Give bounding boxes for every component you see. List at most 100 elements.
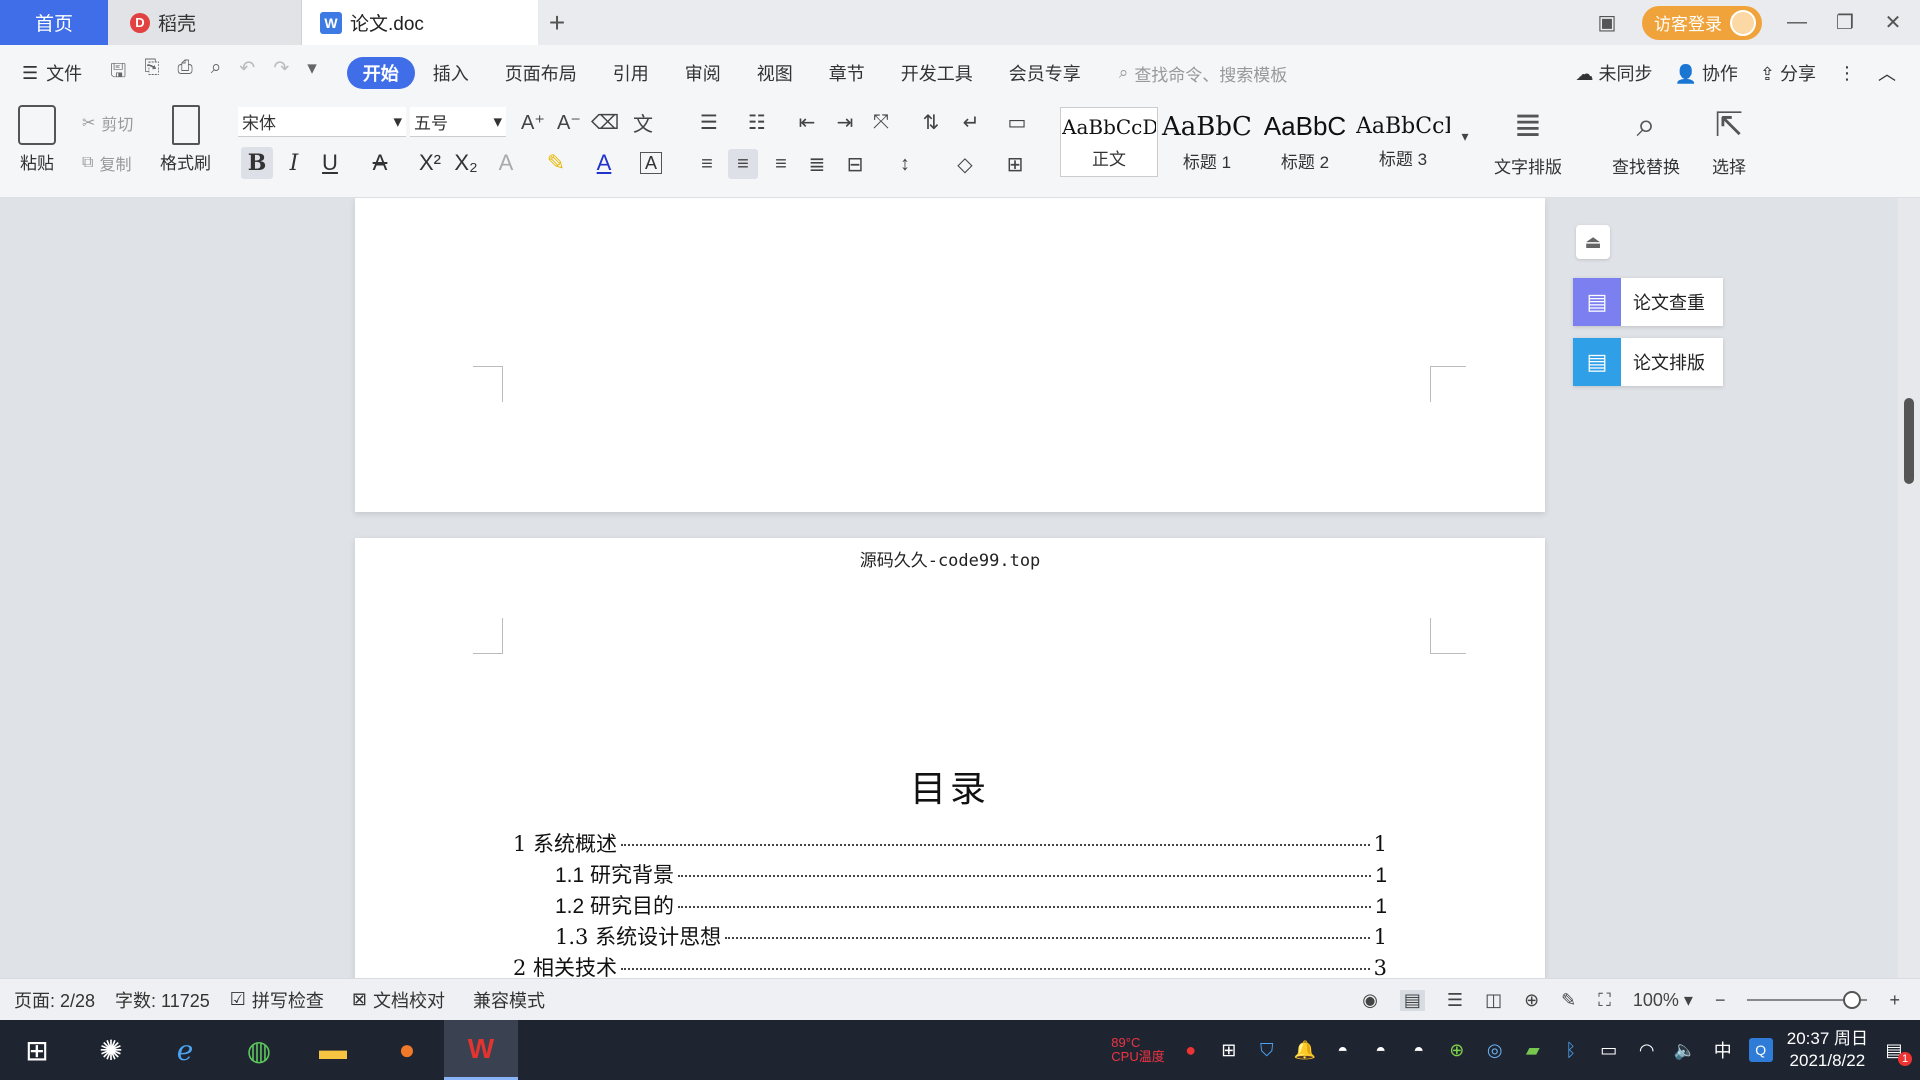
justify-icon[interactable]: ≣ bbox=[802, 149, 832, 179]
clear-format-icon[interactable]: ⌫ bbox=[590, 107, 620, 137]
tab-page-layout[interactable]: 页面布局 bbox=[487, 57, 595, 89]
print-preview-icon[interactable]: ⌕ bbox=[211, 57, 222, 89]
font-size-select[interactable]: 五号 ▾ bbox=[410, 107, 506, 137]
document-page-1[interactable] bbox=[355, 198, 1545, 512]
select-button[interactable]: ⇱ 选择 bbox=[1712, 105, 1746, 178]
style-scroll-icon[interactable]: ▾ bbox=[1450, 121, 1480, 151]
tab-chapter[interactable]: 章节 bbox=[811, 57, 883, 89]
wifi-icon[interactable]: ◠ bbox=[1635, 1038, 1659, 1062]
wps-taskbar-icon[interactable]: W bbox=[444, 1020, 518, 1080]
reading-view-icon[interactable]: ◫ bbox=[1485, 990, 1502, 1011]
redo-icon[interactable]: ↷ bbox=[273, 57, 289, 89]
word-count[interactable]: 字数: 11725 bbox=[115, 987, 210, 1013]
decrease-indent-icon[interactable]: ⇤ bbox=[792, 107, 822, 137]
pinwheel-app-icon[interactable]: ✺ bbox=[74, 1020, 148, 1080]
spell-check-button[interactable]: ☑ 拼写检查 bbox=[230, 987, 324, 1013]
align-center-icon[interactable]: ≡ bbox=[728, 149, 758, 179]
bullet-list-icon[interactable]: ☰ bbox=[694, 107, 724, 137]
tab-home[interactable]: 首页 bbox=[0, 0, 108, 45]
battery-icon[interactable]: ▭ bbox=[1597, 1038, 1621, 1062]
restore-icon[interactable]: ❐ bbox=[1832, 10, 1858, 35]
zoom-in-icon[interactable]: + bbox=[1889, 990, 1900, 1011]
subscript-button[interactable]: X₂ bbox=[450, 147, 482, 179]
toc-entry[interactable]: 2 相关技术 3 bbox=[513, 952, 1387, 978]
superscript-button[interactable]: X² bbox=[414, 147, 446, 179]
panel-collapse-button[interactable]: ⏏ bbox=[1576, 225, 1610, 259]
zoom-out-icon[interactable]: − bbox=[1715, 990, 1726, 1011]
toc-entry[interactable]: 1 系统概述 1 bbox=[513, 828, 1387, 858]
minimize-icon[interactable]: — bbox=[1784, 11, 1810, 34]
align-right-icon[interactable]: ≡ bbox=[766, 149, 796, 179]
sort-icon[interactable]: ⇅ bbox=[916, 107, 946, 137]
tab-daoke[interactable]: D 稻壳 bbox=[108, 0, 302, 45]
underline-button[interactable]: U bbox=[314, 147, 346, 179]
paper-layout-button[interactable]: ▤ 论文排版 bbox=[1573, 338, 1723, 386]
zoom-level[interactable]: 100% ▾ bbox=[1633, 990, 1693, 1011]
web-view-icon[interactable]: ⊕ bbox=[1524, 990, 1539, 1011]
toc-entry[interactable]: 1.2 研究目的 1 bbox=[555, 890, 1387, 920]
page-indicator[interactable]: 页面: 2/28 bbox=[14, 987, 95, 1013]
print-icon[interactable]: ⎙ bbox=[178, 57, 193, 89]
style-normal[interactable]: AaBbCcDd 正文 bbox=[1060, 107, 1158, 177]
strikethrough-button[interactable]: A bbox=[364, 147, 396, 179]
tray-app-icon[interactable]: ● bbox=[1179, 1038, 1203, 1062]
game-app-icon[interactable]: ● bbox=[370, 1020, 444, 1080]
font-name-select[interactable]: 宋体 ▾ bbox=[238, 107, 406, 137]
cut-button[interactable]: ✂ 剪切 bbox=[82, 111, 133, 135]
eye-protection-icon[interactable]: ◉ bbox=[1362, 990, 1378, 1011]
notification-center-icon[interactable]: ▤ 1 bbox=[1882, 1038, 1912, 1066]
nvidia-icon[interactable]: ▰ bbox=[1521, 1038, 1545, 1062]
cpu-temp-widget[interactable]: 89°C CPU温度 bbox=[1111, 1036, 1164, 1064]
toc-entry[interactable]: 1.3 系统设计思想 1 bbox=[555, 921, 1387, 951]
outline-view-icon[interactable]: ☰ bbox=[1447, 990, 1463, 1011]
sync-status[interactable]: ☁ 未同步 bbox=[1575, 60, 1652, 86]
text-effect-button[interactable]: A bbox=[490, 147, 522, 179]
borders-icon[interactable]: ⊞ bbox=[1000, 149, 1030, 179]
output-icon[interactable]: ⎘ bbox=[144, 57, 159, 89]
close-icon[interactable]: ✕ bbox=[1880, 10, 1906, 35]
italic-button[interactable]: I bbox=[278, 147, 310, 179]
clock[interactable]: 20:37 周日 2021/8/22 bbox=[1787, 1028, 1868, 1072]
line-spacing-icon[interactable]: ↕ bbox=[890, 149, 920, 179]
guest-login-button[interactable]: 访客登录 bbox=[1642, 5, 1762, 40]
style-heading-1[interactable]: AaBbC 标题 1 bbox=[1158, 107, 1256, 177]
bluetooth-icon[interactable]: ᛒ bbox=[1559, 1038, 1583, 1062]
tab-review[interactable]: 审阅 bbox=[667, 57, 739, 89]
phonetic-guide-icon[interactable]: 文 bbox=[628, 107, 658, 137]
show-marks-icon[interactable]: ↵ bbox=[956, 107, 986, 137]
ime-indicator[interactable]: 中 bbox=[1711, 1038, 1735, 1062]
highlight-icon[interactable]: ✎ bbox=[540, 147, 572, 179]
doc-proofread-button[interactable]: ⊠ 文档校对 bbox=[352, 987, 445, 1013]
tab-insert[interactable]: 插入 bbox=[415, 57, 487, 89]
paste-button[interactable]: 粘贴 bbox=[18, 105, 56, 174]
increase-font-icon[interactable]: A⁺ bbox=[518, 107, 548, 137]
distributed-icon[interactable]: ⊟ bbox=[840, 149, 870, 179]
decrease-font-icon[interactable]: A⁻ bbox=[554, 107, 584, 137]
volume-icon[interactable]: 🔈 bbox=[1673, 1038, 1697, 1062]
file-explorer-icon[interactable]: ▬ bbox=[296, 1020, 370, 1080]
paper-check-button[interactable]: ▤ 论文查重 bbox=[1573, 278, 1723, 326]
qq-icon[interactable]: ◓ bbox=[1407, 1038, 1431, 1062]
font-color-button[interactable]: A bbox=[588, 147, 620, 179]
start-icon[interactable]: ⊞ bbox=[0, 1020, 74, 1080]
tab-document[interactable]: W 论文.doc bbox=[302, 0, 538, 45]
align-left-icon[interactable]: ≡ bbox=[692, 149, 722, 179]
new-tab-button[interactable]: + bbox=[542, 0, 572, 45]
search-tray-icon[interactable]: Q bbox=[1748, 1038, 1773, 1062]
share-button[interactable]: ⇪ 分享 bbox=[1760, 60, 1816, 86]
undo-icon[interactable]: ↶ bbox=[239, 57, 255, 89]
tab-view[interactable]: 视图 bbox=[739, 57, 811, 89]
more-icon[interactable]: ⋮ bbox=[1838, 63, 1856, 84]
increase-indent-icon[interactable]: ⇥ bbox=[830, 107, 860, 137]
style-heading-3[interactable]: AaBbCcI 标题 3 bbox=[1354, 107, 1452, 177]
ie-browser-icon[interactable]: ℯ bbox=[148, 1020, 222, 1080]
tray-windows-icon[interactable]: ⊞ bbox=[1217, 1038, 1241, 1062]
find-replace-button[interactable]: ⌕ 查找替换 bbox=[1612, 105, 1680, 178]
document-page-2[interactable]: 源码久久-code99.top 目录 1 系统概述 1 1.1 研究背景 1 1.2… bbox=[355, 538, 1545, 978]
qq-icon[interactable]: ◓ bbox=[1369, 1038, 1393, 1062]
bold-button[interactable]: B bbox=[241, 147, 273, 179]
qq-icon[interactable]: ◓ bbox=[1331, 1038, 1355, 1062]
character-border-button[interactable]: A bbox=[640, 152, 662, 174]
plus-tray-icon[interactable]: ⊕ bbox=[1445, 1038, 1469, 1062]
cloud-tray-icon[interactable]: ◎ bbox=[1483, 1038, 1507, 1062]
